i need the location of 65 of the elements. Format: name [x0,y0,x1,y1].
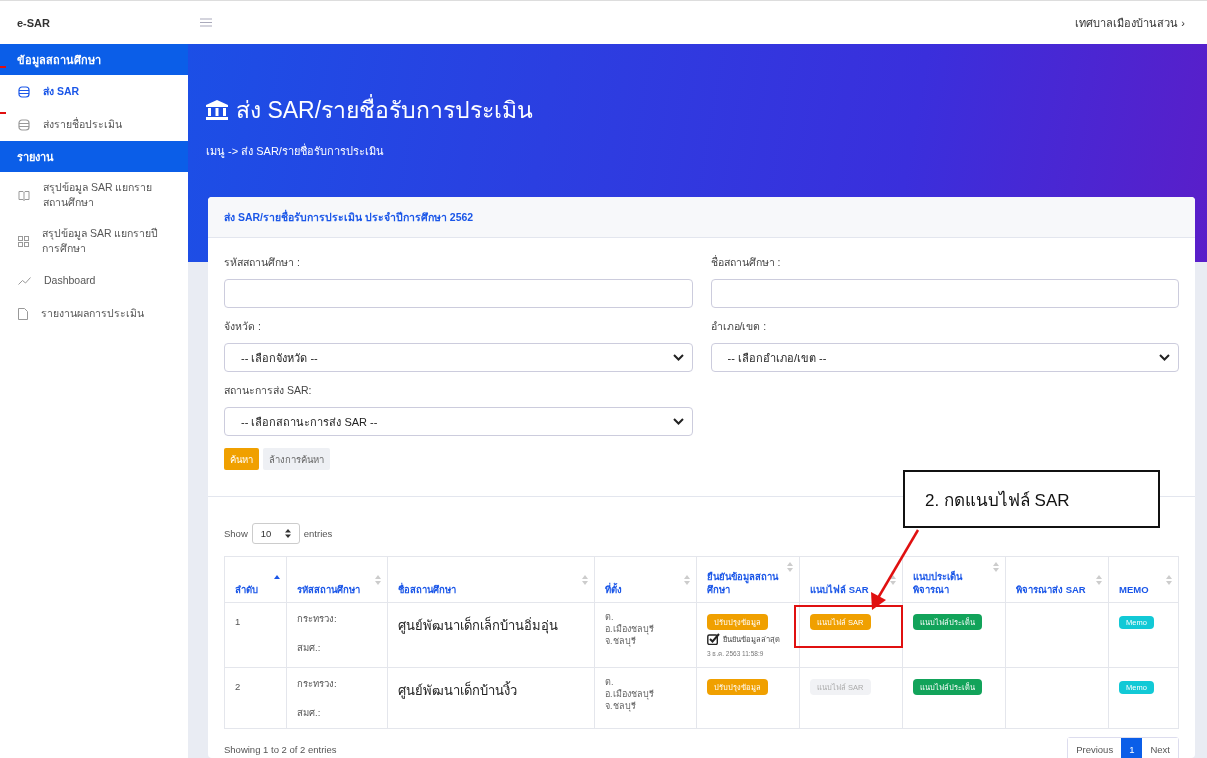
pagination-button[interactable]: 1 [1121,738,1143,758]
sidebar-item[interactable]: ส่งรายชื่อประเมิน [0,108,188,141]
annotation-callout: 2. กดแนบไฟล์ SAR [903,470,1160,528]
table-cell-text: อ.เมืองชลบุรี [605,688,655,700]
chevron-down-icon [1159,354,1170,361]
school-name: ศูนย์พัฒนาเด็กบ้านงิ้ว [398,680,518,701]
table-cell-text: ต. [605,611,615,623]
chevron-down-icon [672,354,684,361]
trend-chart-icon [18,276,31,285]
column-header[interactable]: ที่ตั้ง [594,556,697,603]
entries-label: entries [303,528,333,539]
user-menu[interactable]: เทศบาลเมืองบ้านสวน › [1075,13,1185,32]
card-title: ส่ง SAR/รายชื่อรับการประเมิน ประจำปีการศึกษา 2562 [224,208,474,225]
table-cell-text: สมศ.: [297,706,322,720]
sidebar-item[interactable]: ส่ง SAR [0,75,188,108]
sidebar-item[interactable]: สรุปข้อมูล SAR แยกรายปีการศึกษา [0,218,188,264]
field-label: ชื่อสถานศึกษา : [710,254,782,270]
table-cell-text: ต. [605,676,615,688]
table-cell-text: กระทรวง: [297,677,338,691]
spinner-arrows-icon [284,529,291,538]
column-header[interactable]: ชื่อสถานศึกษา [387,556,595,603]
database-icon [18,118,30,131]
show-label: Show [224,528,248,539]
table-cell-text: จ.ชลบุรี [605,700,637,712]
dropdown[interactable]: -- เลือกจังหวัด -- [224,343,693,372]
input-field[interactable] [710,279,1179,308]
table-cell-text: กระทรวง: [297,612,338,626]
clear-button[interactable]: ล้างการค้นหา [263,448,330,470]
column-header[interactable]: ลำดับ [224,556,287,603]
table-info: Showing 1 to 2 of 2 entries [224,744,337,755]
bank-building-icon [206,100,228,120]
table-cell-text: อ.เมืองชลบุรี [605,623,655,635]
sidebar-section-header: รายงาน [0,141,188,172]
dropdown[interactable]: -- เลือกอำเภอ/เขต -- [710,343,1179,372]
database-icon [18,85,30,98]
menu-icon[interactable] [200,18,212,27]
sidebar-item[interactable]: สรุปข้อมูล SAR แยกรายสถานศึกษา [0,172,188,218]
input-field[interactable] [224,279,693,308]
column-header[interactable]: ยืนยันข้อมูลสถานศึกษา [696,556,800,603]
column-header[interactable]: MEMO [1108,556,1179,603]
chevron-down-icon [672,418,684,425]
app-logo-text: e-SAR [17,16,50,29]
field-label: จังหวัด : [224,319,262,334]
sidebar-item[interactable]: Dashboard [0,264,188,297]
school-name: ศูนย์พัฒนาเด็กเล็กบ้านอิ่มอุ่น [398,615,559,636]
grid-icon [18,235,29,247]
book-icon [18,189,30,201]
field-label: สถานะการส่ง SAR: [224,383,313,398]
column-header[interactable]: รหัสสถานศึกษา [286,556,388,603]
checkbox[interactable] [707,633,720,645]
sidebar-item[interactable]: รายงานผลการประเมิน [0,297,188,330]
page-size-select[interactable]: 10 [251,523,300,544]
table-cell-text: สมศ.: [297,641,322,655]
sidebar-section-header: ข้อมูลสถานศึกษา [0,44,188,75]
table-cell: 2 [235,681,241,692]
field-label: อำเภอ/เขต : [710,319,768,334]
page-title: ส่ง SAR/รายชื่อรับการประเมิน [236,92,534,128]
dropdown[interactable]: -- เลือกสถานะการส่ง SAR -- [224,407,693,436]
breadcrumb: เมนู -> ส่ง SAR/รายชื่อรับการประเมิน [206,142,385,160]
document-icon [18,307,28,320]
column-header[interactable]: แนบประเด็นพิจารณา [902,556,1006,603]
table-cell-text: จ.ชลบุรี [605,635,637,647]
column-header[interactable]: พิจารณาส่ง SAR [1005,556,1109,603]
table-cell: 1 [235,616,241,627]
field-label: รหัสสถานศึกษา : [224,255,301,270]
